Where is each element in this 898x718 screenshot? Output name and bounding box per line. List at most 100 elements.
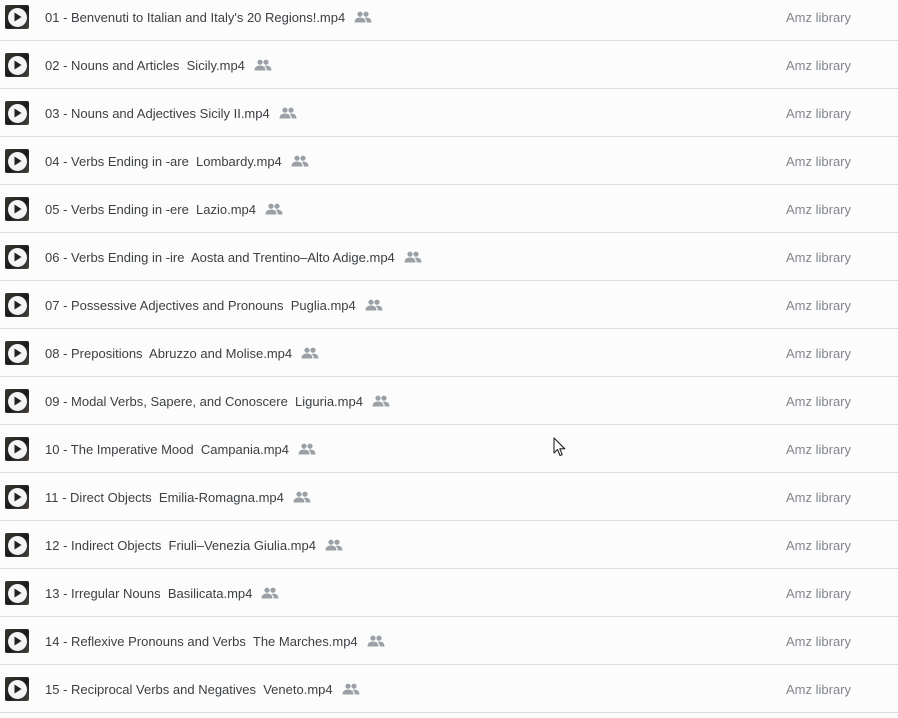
row-divider xyxy=(0,712,898,713)
video-thumbnail[interactable] xyxy=(5,629,29,653)
file-owner: Amz library xyxy=(786,9,852,25)
file-name: 10 - The Imperative Mood Campania.mp4 xyxy=(45,441,289,457)
file-name: 06 - Verbs Ending in -ire Aosta and Tren… xyxy=(45,249,395,265)
video-play-icon xyxy=(7,103,27,123)
video-play-icon xyxy=(7,487,27,507)
file-row[interactable]: 09 - Modal Verbs, Sapere, and Conoscere … xyxy=(0,377,898,425)
video-play-icon xyxy=(7,55,27,75)
video-thumbnail[interactable] xyxy=(5,53,29,77)
file-name: 09 - Modal Verbs, Sapere, and Conoscere … xyxy=(45,393,363,409)
video-play-icon xyxy=(7,631,27,651)
file-owner: Amz library xyxy=(786,57,852,73)
shared-people-icon xyxy=(298,443,316,455)
shared-people-icon xyxy=(293,491,311,503)
shared-people-icon xyxy=(265,203,283,215)
file-owner: Amz library xyxy=(786,297,852,313)
file-row[interactable]: 03 - Nouns and Adjectives Sicily II.mp4 A… xyxy=(0,89,898,137)
video-thumbnail[interactable] xyxy=(5,485,29,509)
file-row[interactable]: 01 - Benvenuti to Italian and Italy's 20… xyxy=(0,0,898,41)
video-play-icon xyxy=(7,535,27,555)
video-thumbnail[interactable] xyxy=(5,245,29,269)
file-row[interactable]: 12 - Indirect Objects Friuli–Venezia Giu… xyxy=(0,521,898,569)
video-play-icon xyxy=(7,295,27,315)
video-play-icon xyxy=(7,583,27,603)
file-name-cell[interactable]: 12 - Indirect Objects Friuli–Venezia Giu… xyxy=(45,538,343,553)
video-thumbnail[interactable] xyxy=(5,677,29,701)
shared-people-icon xyxy=(372,395,390,407)
video-thumbnail[interactable] xyxy=(5,101,29,125)
file-owner: Amz library xyxy=(786,633,852,649)
file-row[interactable]: 08 - Prepositions Abruzzo and Molise.mp4… xyxy=(0,329,898,377)
file-name-cell[interactable]: 09 - Modal Verbs, Sapere, and Conoscere … xyxy=(45,394,390,409)
video-thumbnail[interactable] xyxy=(5,341,29,365)
file-name: 01 - Benvenuti to Italian and Italy's 20… xyxy=(45,9,346,25)
video-play-icon xyxy=(7,391,27,411)
file-name: 11 - Direct Objects Emilia-Romagna.mp4 xyxy=(45,489,284,505)
file-name: 13 - Irregular Nouns Basilicata.mp4 xyxy=(45,585,253,601)
video-play-icon xyxy=(7,343,27,363)
file-name-cell[interactable]: 02 - Nouns and Articles Sicily.mp4 xyxy=(45,58,272,73)
file-name-cell[interactable]: 03 - Nouns and Adjectives Sicily II.mp4 xyxy=(45,106,297,121)
video-thumbnail[interactable] xyxy=(5,149,29,173)
file-row[interactable]: 04 - Verbs Ending in -are Lombardy.mp4 Am… xyxy=(0,137,898,185)
file-name: 12 - Indirect Objects Friuli–Venezia Giu… xyxy=(45,537,316,553)
file-owner: Amz library xyxy=(786,153,852,169)
file-owner: Amz library xyxy=(786,105,852,121)
video-play-icon xyxy=(7,679,27,699)
shared-people-icon xyxy=(404,251,422,263)
file-owner: Amz library xyxy=(786,537,852,553)
file-row[interactable]: 07 - Possessive Adjectives and Pronouns … xyxy=(0,281,898,329)
video-thumbnail[interactable] xyxy=(5,581,29,605)
file-name-cell[interactable]: 04 - Verbs Ending in -are Lombardy.mp4 xyxy=(45,154,309,169)
shared-people-icon xyxy=(354,11,372,23)
file-owner: Amz library xyxy=(786,249,852,265)
file-owner: Amz library xyxy=(786,393,852,409)
file-name-cell[interactable]: 15 - Reciprocal Verbs and Negatives Vene… xyxy=(45,682,360,697)
file-owner: Amz library xyxy=(786,489,852,505)
file-name: 05 - Verbs Ending in -ere Lazio.mp4 xyxy=(45,201,257,217)
file-name: 15 - Reciprocal Verbs and Negatives Vene… xyxy=(45,681,333,697)
file-row[interactable]: 13 - Irregular Nouns Basilicata.mp4 Amz l… xyxy=(0,569,898,617)
file-row[interactable]: 02 - Nouns and Articles Sicily.mp4 Amz li… xyxy=(0,41,898,89)
file-name-cell[interactable]: 11 - Direct Objects Emilia-Romagna.mp4 xyxy=(45,490,311,505)
file-row[interactable]: 05 - Verbs Ending in -ere Lazio.mp4 Amz l… xyxy=(0,185,898,233)
video-play-icon xyxy=(7,7,27,27)
file-owner: Amz library xyxy=(786,345,852,361)
file-name-cell[interactable]: 13 - Irregular Nouns Basilicata.mp4 xyxy=(45,586,279,601)
file-row[interactable]: 10 - The Imperative Mood Campania.mp4 Amz… xyxy=(0,425,898,473)
shared-people-icon xyxy=(291,155,309,167)
file-owner: Amz library xyxy=(786,201,852,217)
video-play-icon xyxy=(7,247,27,267)
video-thumbnail[interactable] xyxy=(5,533,29,557)
shared-people-icon xyxy=(365,299,383,311)
file-name-cell[interactable]: 08 - Prepositions Abruzzo and Molise.mp4 xyxy=(45,346,319,361)
file-row[interactable]: 06 - Verbs Ending in -ire Aosta and Tren… xyxy=(0,233,898,281)
shared-people-icon xyxy=(325,539,343,551)
file-row[interactable]: 11 - Direct Objects Emilia-Romagna.mp4 Am… xyxy=(0,473,898,521)
video-thumbnail[interactable] xyxy=(5,437,29,461)
file-list: 01 - Benvenuti to Italian and Italy's 20… xyxy=(0,0,898,718)
video-thumbnail[interactable] xyxy=(5,293,29,317)
video-play-icon xyxy=(7,151,27,171)
file-name-cell[interactable]: 14 - Reflexive Pronouns and Verbs The Ma… xyxy=(45,634,385,649)
video-thumbnail[interactable] xyxy=(5,197,29,221)
shared-people-icon xyxy=(367,635,385,647)
file-name-cell[interactable]: 01 - Benvenuti to Italian and Italy's 20… xyxy=(45,10,372,25)
file-name: 04 - Verbs Ending in -are Lombardy.mp4 xyxy=(45,153,282,169)
file-name: 14 - Reflexive Pronouns and Verbs The Ma… xyxy=(45,633,358,649)
file-name: 02 - Nouns and Articles Sicily.mp4 xyxy=(45,57,245,73)
shared-people-icon xyxy=(279,107,297,119)
file-name: 07 - Possessive Adjectives and Pronouns … xyxy=(45,297,356,313)
video-thumbnail[interactable] xyxy=(5,389,29,413)
file-name-cell[interactable]: 07 - Possessive Adjectives and Pronouns … xyxy=(45,298,383,313)
shared-people-icon xyxy=(342,683,360,695)
file-row[interactable]: 14 - Reflexive Pronouns and Verbs The Ma… xyxy=(0,617,898,665)
file-name-cell[interactable]: 10 - The Imperative Mood Campania.mp4 xyxy=(45,442,316,457)
file-row[interactable]: 15 - Reciprocal Verbs and Negatives Vene… xyxy=(0,665,898,713)
file-name: 08 - Prepositions Abruzzo and Molise.mp4 xyxy=(45,345,293,361)
video-thumbnail[interactable] xyxy=(5,5,29,29)
shared-people-icon xyxy=(261,587,279,599)
file-name-cell[interactable]: 05 - Verbs Ending in -ere Lazio.mp4 xyxy=(45,202,283,217)
shared-people-icon xyxy=(254,59,272,71)
file-name-cell[interactable]: 06 - Verbs Ending in -ire Aosta and Tren… xyxy=(45,250,422,265)
